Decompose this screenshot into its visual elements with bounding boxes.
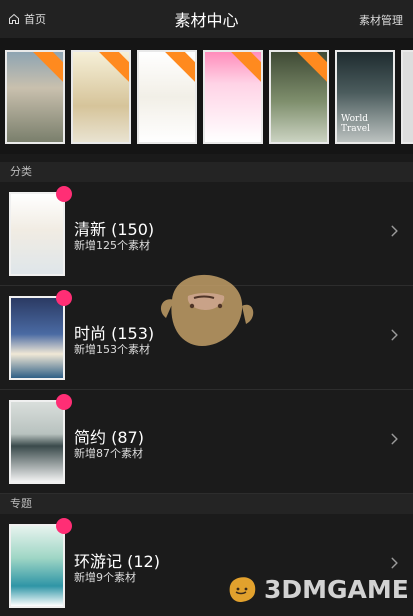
featured-thumb-2[interactable]	[71, 50, 131, 144]
new-badge	[56, 518, 72, 534]
new-badge	[56, 394, 72, 410]
chevron-right-icon	[391, 329, 398, 341]
topic-cover-huanyouji	[9, 524, 65, 608]
featured-carousel[interactable]: World Travel	[0, 38, 413, 154]
home-icon	[9, 13, 19, 24]
category-desc: 新增87个素材	[74, 447, 143, 460]
section-category-label: 分类	[0, 162, 413, 182]
material-manage-button[interactable]: 素材管理	[359, 12, 403, 28]
back-home-label: 首页	[24, 13, 46, 26]
category-cover-shishang	[9, 296, 65, 380]
chevron-right-icon	[391, 225, 398, 237]
featured-thumb-5[interactable]	[269, 50, 329, 144]
featured-thumb-6[interactable]: World Travel	[335, 50, 395, 144]
world-travel-caption: World Travel	[341, 114, 370, 134]
section-topic-label: 专题	[0, 494, 413, 514]
category-cover-qingxin	[9, 192, 65, 276]
chevron-right-icon	[391, 433, 398, 445]
chevron-right-icon	[391, 557, 398, 569]
mascot-watermark-icon	[160, 274, 254, 346]
featured-thumb-4[interactable]	[203, 50, 263, 144]
category-row-jianyue[interactable]: 简约 (87) 新增87个素材	[0, 390, 413, 494]
featured-thumb-3[interactable]	[137, 50, 197, 144]
category-cover-jianyue	[9, 400, 65, 484]
category-desc: 新增153个素材	[74, 343, 150, 356]
watermark-text: 3DMGAME	[264, 574, 409, 604]
featured-thumb-7[interactable]	[401, 50, 413, 144]
category-desc: 新增125个素材	[74, 239, 150, 252]
new-badge	[56, 290, 72, 306]
featured-thumb-1[interactable]	[5, 50, 65, 144]
topic-desc: 新增9个素材	[74, 571, 136, 584]
page-title: 素材中心	[174, 11, 239, 30]
back-home-button[interactable]: 首页	[8, 11, 46, 27]
site-watermark: 3DMGAME	[224, 574, 409, 604]
mascot-icon	[229, 577, 256, 602]
new-badge	[56, 186, 72, 202]
top-bar: 首页 素材中心 素材管理	[0, 0, 413, 38]
